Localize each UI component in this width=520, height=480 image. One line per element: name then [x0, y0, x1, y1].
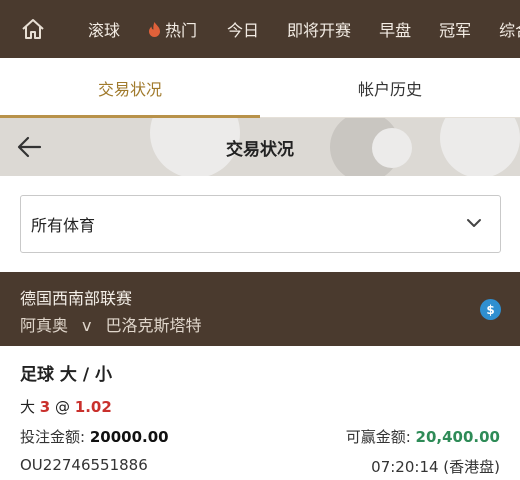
nav-item-early[interactable]: 早盘	[379, 17, 411, 41]
nav-item-outright[interactable]: 冠军	[439, 17, 471, 41]
flame-icon	[149, 21, 161, 37]
bet-reference: OU22746551886	[20, 456, 148, 474]
tab-bar: 交易状况 帐户历史	[0, 58, 520, 118]
amount-row: 投注金额: 20000.00 可赢金额: 20,400.00	[20, 426, 500, 447]
at-symbol: @	[55, 398, 71, 416]
home-icon	[22, 19, 44, 39]
bet-odds: 1.02	[74, 398, 112, 416]
sport-filter-value: 所有体育	[31, 216, 96, 235]
nav-item-live[interactable]: 滚球	[88, 17, 120, 41]
win-value: 20,400.00	[415, 428, 500, 446]
page-title: 交易状况	[226, 139, 294, 160]
bet-line: 3	[39, 398, 51, 416]
currency-icon: $	[480, 299, 501, 320]
nav-item-hot[interactable]: 热门	[148, 17, 197, 41]
page-header: 交易状况	[0, 118, 520, 176]
nav-item-mixed[interactable]: 综合	[499, 17, 520, 41]
away-team: 巴洛克斯塔特	[105, 316, 202, 335]
nav-item-upcoming[interactable]: 即将开赛	[287, 17, 351, 41]
selection-label: 大	[20, 398, 36, 416]
potential-win: 可赢金额: 20,400.00	[345, 428, 500, 446]
reference-row: OU22746551886 07:20:14 (香港盘)	[20, 456, 500, 477]
stake: 投注金额: 20000.00	[20, 428, 169, 446]
bet-type: 足球 大 / 小	[20, 365, 112, 385]
bet-detail: 足球 大 / 小 大 3 @ 1.02 投注金额: 20000.00 可赢金额:…	[0, 346, 520, 480]
tab-account-history[interactable]: 帐户历史	[260, 58, 520, 117]
chevron-down-icon	[467, 219, 481, 227]
home-button[interactable]	[0, 0, 66, 58]
top-nav: 滚球 热门 今日 即将开赛 早盘 冠军 综合	[0, 0, 520, 58]
nav-item-today[interactable]: 今日	[227, 17, 259, 41]
league-name: 德国西南部联赛	[20, 289, 133, 308]
bet-time: 07:20:14 (香港盘)	[371, 458, 500, 476]
bet-selection: 大 3 @ 1.02	[20, 396, 112, 417]
match-teams: 阿真奥 v 巴洛克斯塔特	[20, 312, 202, 336]
stake-value: 20000.00	[89, 428, 169, 446]
home-team: 阿真奥	[20, 316, 69, 335]
league-header: 德国西南部联赛 阿真奥 v 巴洛克斯塔特	[0, 272, 520, 346]
sport-filter-select[interactable]: 所有体育	[20, 195, 501, 253]
tab-transaction-status[interactable]: 交易状况	[0, 58, 260, 118]
versus-label: v	[82, 316, 92, 335]
